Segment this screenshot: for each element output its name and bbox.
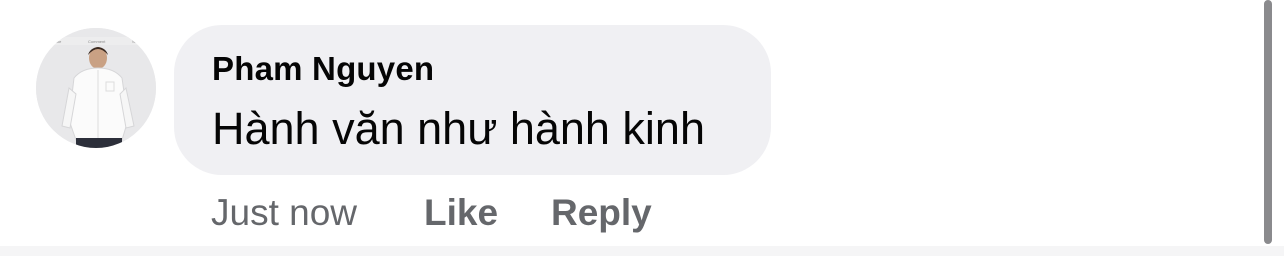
avatar-caption-share: Share xyxy=(132,39,143,44)
comment: Like Comment Share Pham Nguyen Hành văn … xyxy=(0,0,1284,256)
reply-button[interactable]: Reply xyxy=(551,192,652,236)
avatar-caption-like: Like xyxy=(54,39,62,44)
comment-author[interactable]: Pham Nguyen xyxy=(212,50,434,88)
avatar-caption-comment: Comment xyxy=(88,39,106,44)
avatar-photo: Like Comment Share xyxy=(36,28,156,148)
bottom-divider xyxy=(0,246,1284,256)
scrollbar[interactable] xyxy=(1264,0,1272,244)
comment-timestamp[interactable]: Just now xyxy=(211,192,357,236)
comment-bubble: Pham Nguyen Hành văn như hành kinh xyxy=(174,25,771,175)
avatar[interactable]: Like Comment Share xyxy=(36,28,156,148)
like-button[interactable]: Like xyxy=(424,192,498,236)
comment-text: Hành văn như hành kinh xyxy=(212,103,705,154)
